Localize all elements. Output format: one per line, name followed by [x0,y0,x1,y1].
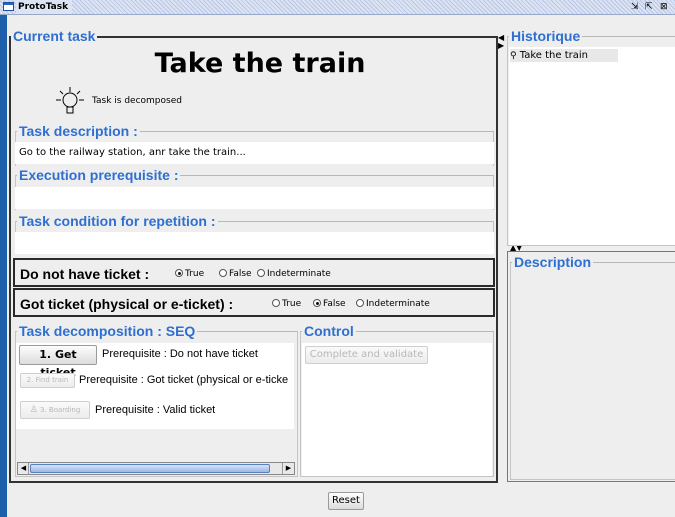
find-train-button[interactable]: 2. Find train [20,373,75,388]
complete-validate-button[interactable]: Complete and validate [305,346,428,364]
boarding-button[interactable]: ♙ 3. Boarding [20,401,90,419]
radio-indeterminate[interactable]: Indeterminate [257,269,331,279]
scroll-left-icon[interactable]: ◀ [19,463,29,474]
decomposition-scrollbar[interactable]: ◀ ▶ [17,462,295,475]
maximize-icon[interactable]: ⇱ [645,2,653,12]
radio-true[interactable]: True [272,299,301,309]
lightbulb-icon [56,87,84,114]
app-window: ProtoTask ⇲ ⇱ ⊠ Current task Take the tr… [0,0,675,517]
condition-row-got-ticket: Got ticket (physical or e-ticket) : True… [13,288,495,317]
task-title: Take the train [154,48,366,79]
historique-list [509,47,675,245]
control-title: Control [302,323,356,339]
reset-button[interactable]: Reset [328,492,364,510]
subtask-prerequisite: Prerequisite : Do not have ticket [102,348,258,360]
historique-title: Historique [509,28,583,44]
get-ticket-button[interactable]: 1. Get ticket [19,345,97,379]
task-description-label: Task description : [17,123,140,139]
radio-indeterminate[interactable]: Indeterminate [356,299,430,309]
app-window-icon [3,2,14,11]
close-icon[interactable]: ⊠ [660,2,668,12]
repetition-condition-field[interactable] [15,232,494,254]
subtask-prerequisite: Prerequisite : Valid ticket [95,404,216,416]
task-decomposition-title: Task decomposition : SEQ [17,323,198,339]
scrollbar-thumb[interactable] [30,464,270,473]
window-title: ProtoTask [16,0,73,14]
title-bar[interactable]: ProtoTask ⇲ ⇱ ⊠ [0,0,675,15]
window-left-border [0,15,7,517]
task-status-text: Task is decomposed [92,96,182,106]
current-task-title: Current task [11,28,98,44]
description-group [510,262,675,480]
radio-false[interactable]: False [313,299,346,309]
repetition-condition-label: Task condition for repetition : [17,213,218,229]
execution-prerequisite-field[interactable] [15,187,494,209]
condition-label: Got ticket (physical or e-ticket) : [20,296,234,312]
history-item-icon: ⚲ [510,51,517,61]
radio-true[interactable]: True [175,269,204,279]
split-arrow-left-icon[interactable]: ◀ ▶ [498,34,504,50]
scroll-right-icon[interactable]: ▶ [282,463,294,474]
condition-row-no-ticket: Do not have ticket : True False Indeterm… [13,258,495,287]
condition-label: Do not have ticket : [20,266,150,282]
description-title: Description [512,254,594,270]
history-item[interactable]: ⚲ Take the train [510,49,618,62]
restore-icon[interactable]: ⇲ [631,2,639,12]
radio-false[interactable]: False [219,269,252,279]
execution-prerequisite-label: Execution prerequisite : [17,167,181,183]
subtask-prerequisite: Prerequisite : Got ticket (physical or e… [79,374,289,386]
boarding-person-icon: ♙ [29,405,38,415]
task-description-field[interactable]: Go to the railway station, anr take the … [15,142,494,164]
